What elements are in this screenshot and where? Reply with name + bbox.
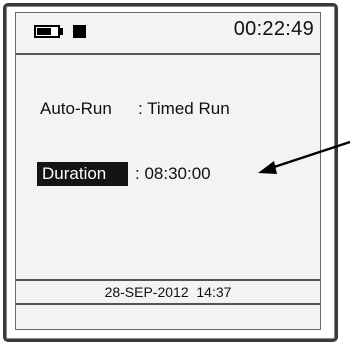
auto-run-label: Auto-Run xyxy=(40,99,112,118)
duration-label[interactable]: Duration xyxy=(42,164,106,184)
stop-square-icon xyxy=(73,25,86,38)
battery-level-fill xyxy=(37,28,51,35)
battery-tip xyxy=(60,28,63,35)
auto-run-value[interactable]: : Timed Run xyxy=(138,99,230,119)
status-divider xyxy=(16,53,320,55)
device-frame: 00:22:49 Auto-Run : Timed Run Duration :… xyxy=(0,0,351,347)
battery-icon xyxy=(34,25,60,38)
footer-divider-bottom xyxy=(16,303,320,305)
duration-value[interactable]: : 08:30:00 xyxy=(135,164,211,184)
footer-divider-top xyxy=(16,279,320,281)
footer-datetime: 28-SEP-2012 14:37 xyxy=(104,284,232,300)
status-bar: 00:22:49 xyxy=(16,13,320,53)
status-clock: 00:22:49 xyxy=(233,18,314,40)
lcd-screen: 00:22:49 Auto-Run : Timed Run Duration :… xyxy=(15,12,321,330)
